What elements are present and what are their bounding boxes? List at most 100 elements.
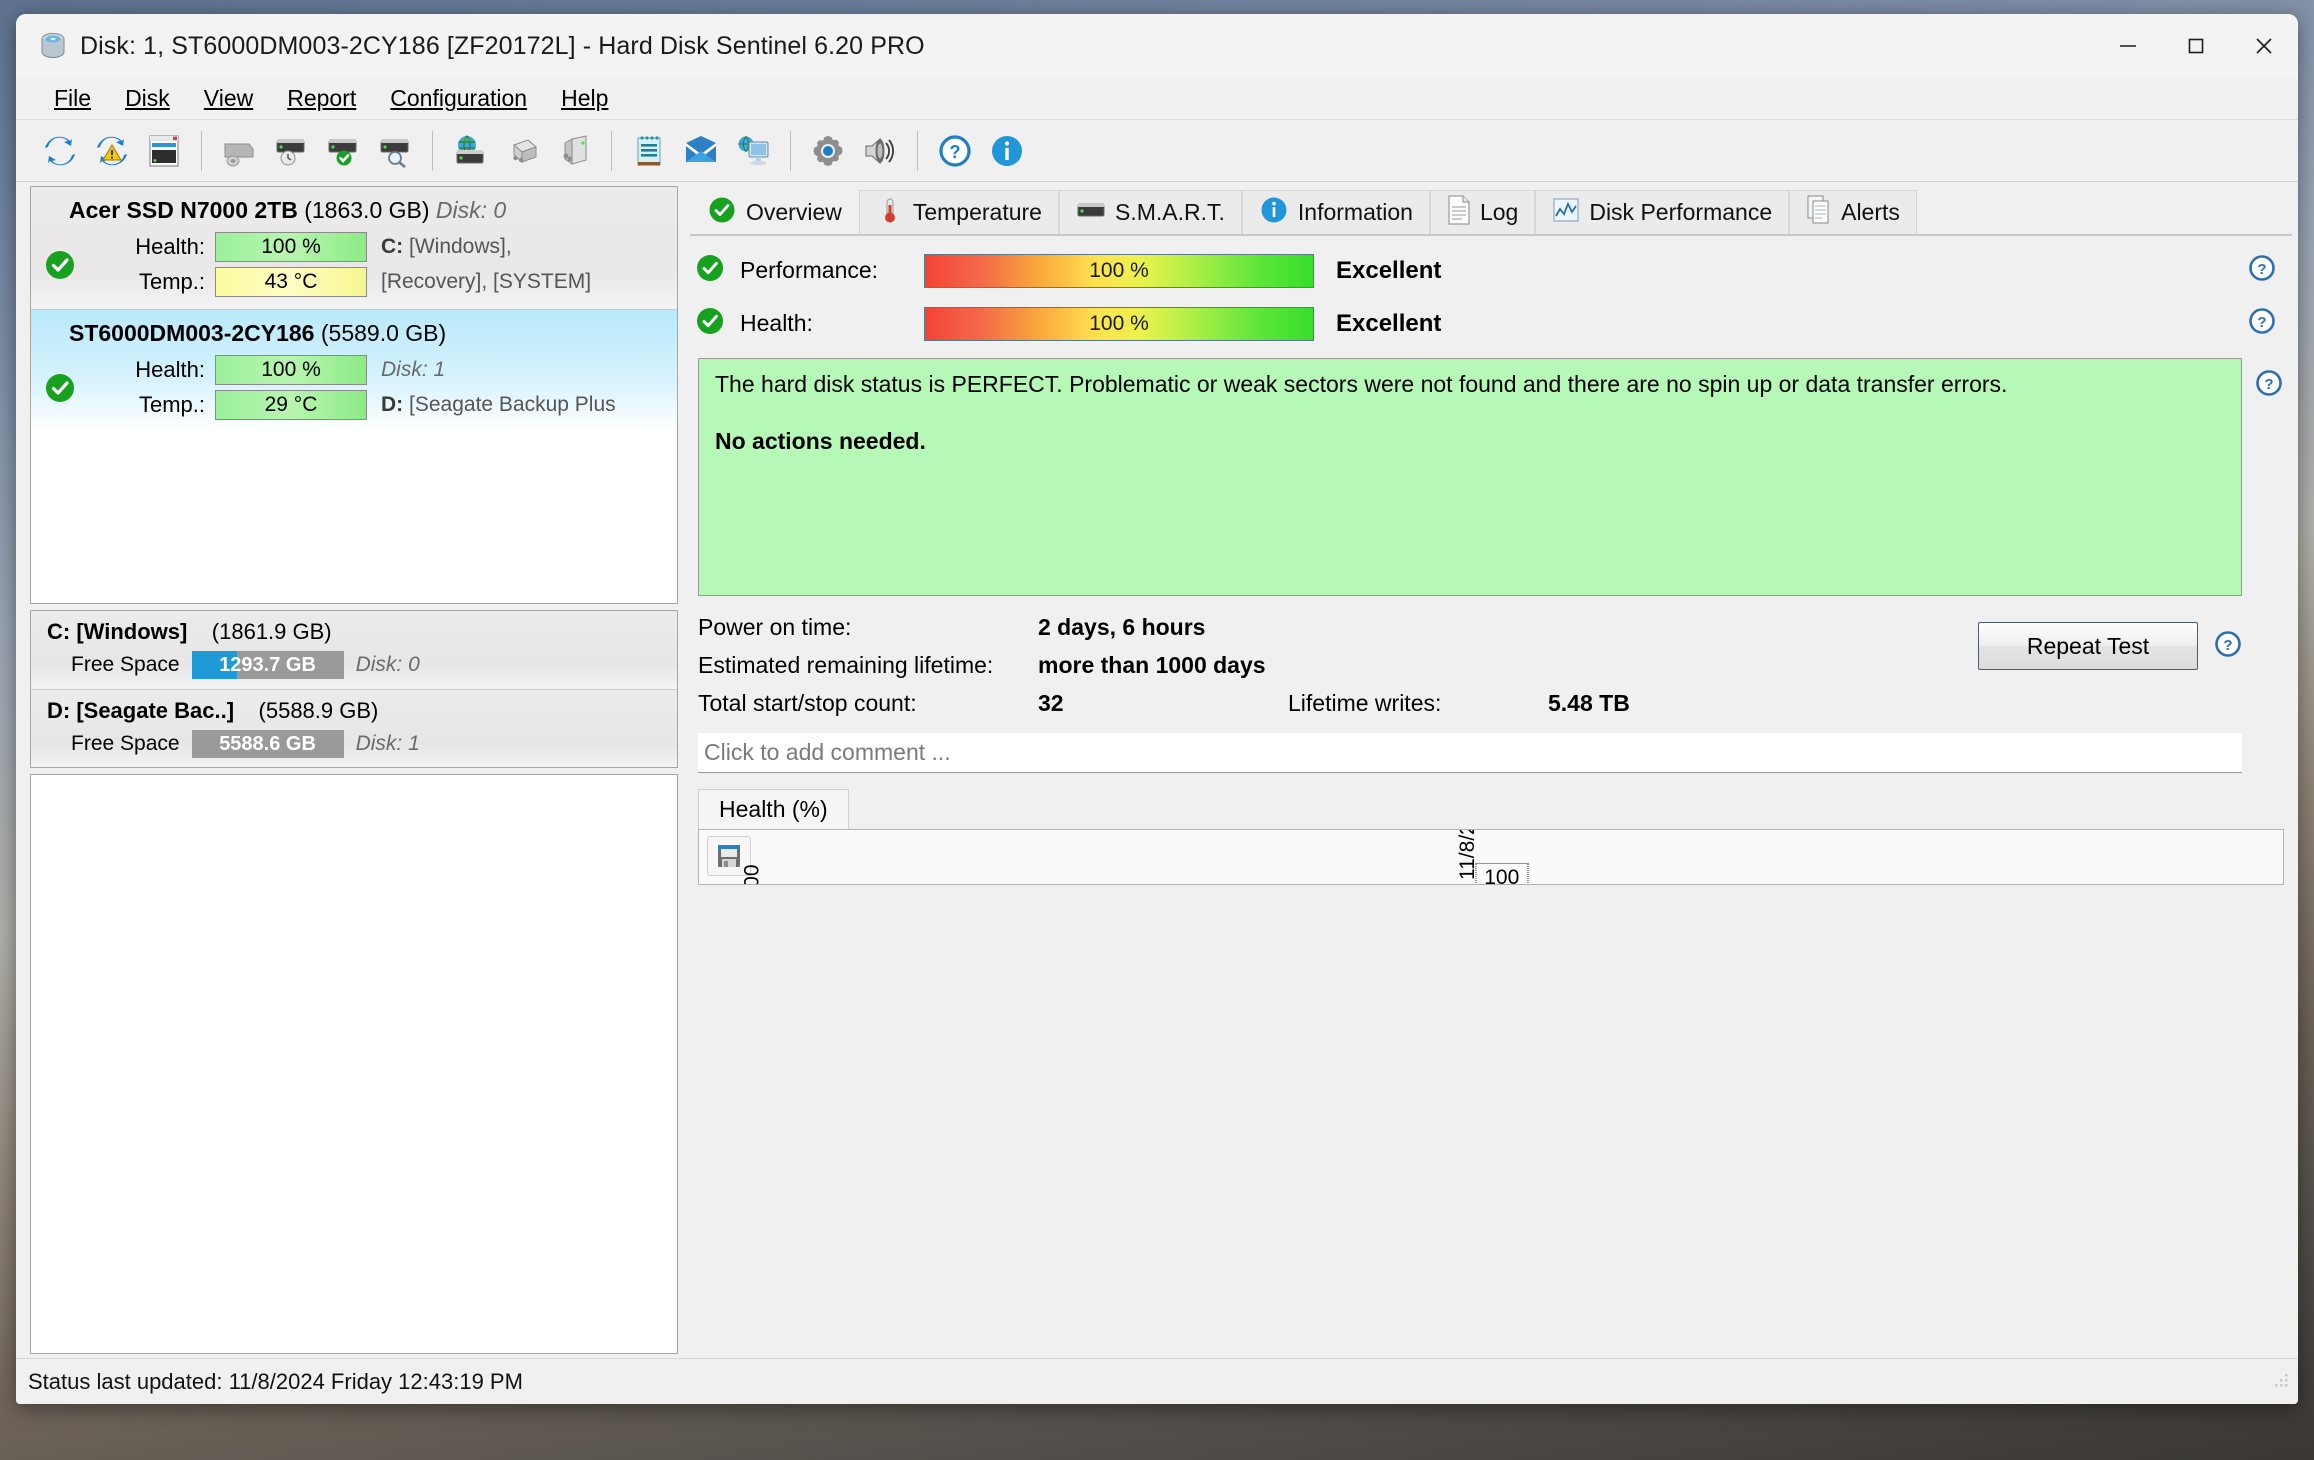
info-circle-icon[interactable]: [981, 125, 1033, 177]
health-green-check-icon: [694, 305, 726, 342]
power-on-time-label: Power on time:: [698, 614, 852, 640]
tab-information[interactable]: Information: [1241, 190, 1430, 234]
menu-configuration[interactable]: Configuration: [374, 81, 545, 117]
health-help-circle-icon[interactable]: ?: [2246, 305, 2278, 342]
notepad-icon[interactable]: [623, 125, 675, 177]
volume-0-size: (1861.9 GB): [211, 619, 332, 644]
volume-0-free-bar: 1293.7 GB: [191, 651, 344, 679]
disk-0-note-line2: [Recovery], [SYSTEM]: [381, 270, 592, 293]
maximize-button[interactable]: [2162, 14, 2230, 78]
help-circle-icon[interactable]: ?: [929, 125, 981, 177]
tab-alerts[interactable]: Alerts: [1789, 190, 1917, 234]
tab-smart[interactable]: S.M.A.R.T.: [1058, 190, 1242, 234]
disk-0-note-line1: C: [Windows],: [367, 235, 677, 259]
volume-list-item-0[interactable]: C: [Windows] (1861.9 GB) Free Space 1293…: [31, 611, 677, 689]
disk-list: Acer SSD N7000 2TB (1863.0 GB) Disk: 0 H…: [30, 186, 678, 604]
refresh-icon[interactable]: [34, 125, 86, 177]
disk-list-item-1[interactable]: ST6000DM003-2CY186 (5589.0 GB) Health: 1…: [31, 310, 677, 432]
disk-0-health-bar: 100 %: [215, 232, 367, 262]
disk-0-status-green-check-icon: [31, 248, 89, 282]
menu-view[interactable]: View: [188, 81, 271, 117]
health-chart-section: Health (%) 100 100 11/8/2024: [698, 787, 2284, 885]
svg-text:?: ?: [950, 142, 961, 162]
tab-disk-performance[interactable]: Disk Performance: [1535, 190, 1790, 234]
network-disk-icon[interactable]: [444, 125, 496, 177]
application-window: Disk: 1, ST6000DM003-2CY186 [ZF20172L] -…: [16, 14, 2298, 1404]
performance-green-check-icon: [694, 252, 726, 289]
disk-ok-icon[interactable]: [317, 125, 369, 177]
remote-monitor-icon[interactable]: [727, 125, 779, 177]
report-window-icon[interactable]: [138, 125, 190, 177]
volume-1-disk-number: Disk: 1: [355, 732, 420, 755]
disk-search-icon[interactable]: [369, 125, 421, 177]
refresh-alert-icon[interactable]: [86, 125, 138, 177]
start-stop-count-label: Total start/stop count:: [698, 690, 917, 716]
health-bar: 100 %: [924, 306, 1314, 341]
toolbar-separator: [611, 130, 612, 171]
disk-1-number: Disk: 1: [381, 358, 446, 381]
chart-tab-health[interactable]: Health (%): [698, 789, 849, 829]
right-panel: Overview Temperature S.M.A.R.T. Informat…: [684, 182, 2298, 1358]
disk-clone-icon[interactable]: [548, 125, 600, 177]
menu-file-label: File: [54, 84, 92, 111]
repeat-test-button[interactable]: Repeat Test: [1978, 622, 2198, 670]
tab-temperature[interactable]: Temperature: [858, 190, 1059, 234]
disk-0-volume-name: [Windows],: [403, 235, 512, 258]
performance-row: Performance: 100 % Excellent ?: [694, 252, 2288, 289]
status-bar-text: Status last updated: 11/8/2024 Friday 12…: [28, 1368, 523, 1394]
disk-1-note-line1: Disk: 1: [367, 358, 677, 382]
power-on-time-value: 2 days, 6 hours: [1038, 614, 1206, 640]
menu-view-label: View: [203, 84, 254, 111]
close-button[interactable]: [2230, 14, 2298, 78]
disk-1-temp-bar: 29 °C: [215, 390, 367, 420]
disk-1-note-line2: D: [Seagate Backup Plus: [367, 393, 677, 417]
resize-grip[interactable]: [2272, 1369, 2290, 1395]
performance-help-circle-icon[interactable]: ?: [2246, 252, 2278, 289]
menu-disk-label: Disk: [125, 84, 170, 111]
menu-file[interactable]: File: [38, 81, 109, 117]
health-row: Health: 100 % Excellent ?: [694, 305, 2288, 342]
lifetime-writes-label: Lifetime writes:: [1288, 690, 1442, 716]
remaining-lifetime-value: more than 1000 days: [1038, 652, 1266, 678]
volume-0-free-label: Free Space: [71, 653, 180, 676]
mail-icon[interactable]: [675, 125, 727, 177]
thermometer-icon: [876, 196, 904, 230]
disk-0-title: Acer SSD N7000 2TB (1863.0 GB) Disk: 0: [31, 197, 677, 224]
settings-gear-icon[interactable]: [802, 125, 854, 177]
toolbar-separator: [201, 130, 202, 171]
tab-bar: Overview Temperature S.M.A.R.T. Informat…: [690, 186, 2292, 234]
volume-1-size: (5588.9 GB): [258, 698, 379, 723]
menu-report[interactable]: Report: [271, 81, 374, 117]
chart-icon: [1552, 196, 1580, 230]
menu-help[interactable]: Help: [545, 81, 626, 117]
volume-1-title: D: [Seagate Bac..] (5588.9 GB): [31, 698, 677, 724]
window-title: Disk: 1, ST6000DM003-2CY186 [ZF20172L] -…: [80, 31, 925, 60]
disk-transfer-icon[interactable]: [496, 125, 548, 177]
status-message-box: The hard disk status is PERFECT. Problem…: [698, 358, 2282, 596]
tab-overview[interactable]: Overview: [690, 190, 859, 234]
repeat-test-help-circle-icon[interactable]: ?: [2212, 628, 2244, 665]
tab-information-label: Information: [1297, 199, 1413, 225]
disk-schedule-icon[interactable]: [265, 125, 317, 177]
disk-0-temp-label: Temp.:: [138, 269, 205, 294]
disk-1-status-green-check-icon: [31, 371, 89, 405]
toolbar-separator: [790, 130, 791, 171]
volume-0-free-value: 1293.7 GB: [219, 653, 316, 676]
svg-text:?: ?: [2223, 637, 2232, 654]
menu-disk[interactable]: Disk: [109, 81, 188, 117]
chart-x-axis-tick-label: 11/8/2024: [1455, 829, 1479, 880]
minimize-button[interactable]: [2094, 14, 2162, 78]
volume-list-item-1[interactable]: D: [Seagate Bac..] (5588.9 GB) Free Spac…: [31, 690, 677, 767]
disk-list-item-0[interactable]: Acer SSD N7000 2TB (1863.0 GB) Disk: 0 H…: [31, 187, 677, 309]
tab-log[interactable]: Log: [1429, 190, 1536, 234]
chart-data-point-label: 100: [1475, 863, 1529, 884]
tab-alerts-label: Alerts: [1841, 199, 1900, 225]
status-help-circle-icon[interactable]: ?: [2253, 367, 2285, 404]
volume-1-label: D: [Seagate Bac..]: [47, 698, 235, 723]
tab-disk-performance-label: Disk Performance: [1589, 199, 1773, 225]
disk-detect-icon[interactable]: [213, 125, 265, 177]
disk-info-block: Power on time: 2 days, 6 hours Estimated…: [698, 614, 2284, 717]
comment-input[interactable]: Click to add comment ...: [698, 733, 2242, 773]
volume-0-label: C: [Windows]: [47, 619, 188, 644]
speaker-icon[interactable]: [854, 125, 906, 177]
